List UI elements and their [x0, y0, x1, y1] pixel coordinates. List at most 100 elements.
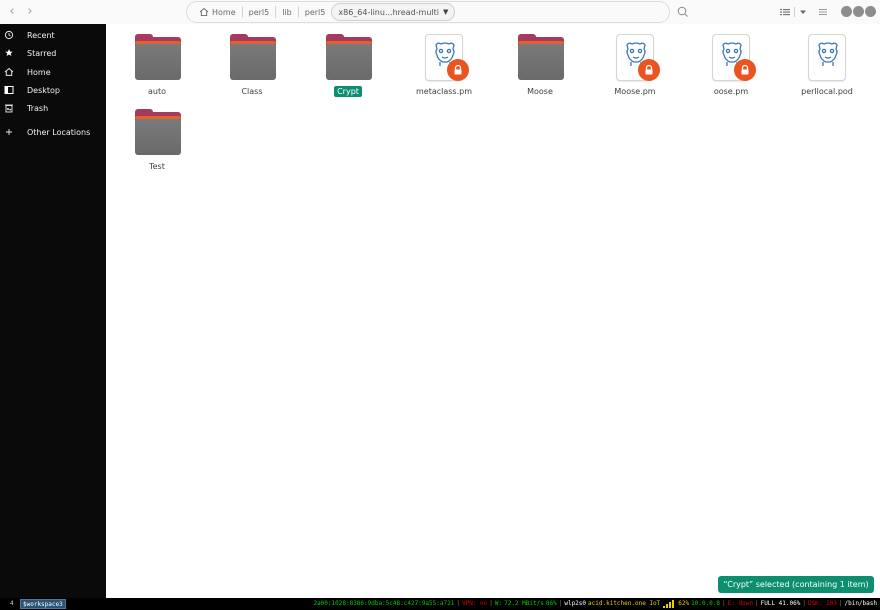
sidebar-item-label: Desktop — [27, 85, 60, 95]
home-icon — [4, 67, 14, 76]
file-item-perl-module[interactable]: metaclass.pm — [396, 24, 492, 98]
plus-icon — [6, 129, 12, 135]
file-name: Class — [241, 87, 263, 96]
recent-clock-icon — [4, 30, 14, 40]
close-button[interactable] — [865, 6, 876, 17]
file-name: Test — [149, 162, 165, 171]
file-name: metaclass.pm — [415, 87, 473, 96]
desktop-icon — [4, 86, 14, 94]
header-bar: ‹ › Home perl5 lib perl5 x86_64-linu...h… — [0, 0, 880, 24]
breadcrumb-label: perl5 — [304, 7, 326, 17]
file-item-perl-module[interactable]: Moose.pm — [587, 24, 683, 98]
ethernet-status: E: down — [727, 600, 753, 607]
maximize-button[interactable] — [853, 6, 864, 17]
hamburger-menu-icon — [819, 9, 827, 15]
file-item-perl-pod[interactable]: perllocal.pod — [779, 24, 875, 98]
status-indicators: 2a00:1028:8386:9dba:5c48:c427:9a55:a721 … — [312, 598, 878, 610]
workspace-number[interactable]: 4 — [8, 599, 16, 609]
file-item-folder[interactable]: Class — [204, 24, 300, 98]
breadcrumb-perl5[interactable]: perl5 — [245, 3, 274, 21]
breadcrumb-label: Home — [212, 7, 236, 17]
wireless-speed: 72.2 MBit/s — [504, 600, 544, 607]
file-name: perllocal.pod — [801, 87, 853, 96]
sidebar-item-desktop[interactable]: Desktop — [0, 81, 106, 99]
folder-icon — [324, 33, 374, 83]
breadcrumb-label: perl5 — [248, 7, 270, 17]
breadcrumb-current-label: x86_64-linu...hread-multi — [338, 7, 439, 17]
file-grid: auto Class Crypt metaclass.pm Moose Moos… — [106, 24, 880, 598]
chevron-right-icon: › — [27, 4, 33, 19]
battery-percentage: 62% — [678, 600, 690, 607]
system-status-bar: 4 $workspace3 2a00:1028:8386:9dba:5c48:c… — [0, 598, 880, 610]
perl-camel-file-icon — [803, 33, 853, 83]
file-item-folder[interactable]: Test — [109, 99, 205, 173]
perl-camel-file-icon — [707, 33, 757, 83]
menu-button[interactable] — [816, 4, 830, 20]
sidebar-item-label: Other Locations — [27, 127, 91, 137]
file-name: oose.pm — [713, 87, 749, 96]
star-icon — [5, 49, 13, 56]
file-item-perl-module[interactable]: oose.pm — [683, 24, 779, 98]
view-toggle-button[interactable] — [778, 4, 792, 20]
search-button[interactable] — [676, 5, 690, 19]
file-item-folder[interactable]: auto — [109, 24, 205, 98]
vpn-status: VPN: no — [461, 600, 488, 607]
sidebar-item-recent[interactable]: Recent — [0, 26, 106, 44]
breadcrumb-separator — [275, 6, 277, 18]
forward-button[interactable]: › — [22, 4, 38, 20]
chevron-down-icon: ▼ — [443, 8, 449, 16]
battery-status: FULL 41.06% — [760, 600, 801, 607]
lock-icon — [447, 59, 469, 81]
breadcrumb-label: lib — [282, 7, 292, 17]
wireless-signal: 86% — [545, 600, 557, 607]
sidebar-item-label: Recent — [27, 30, 55, 40]
breadcrumb-home[interactable]: Home — [195, 3, 240, 21]
header-separator — [794, 7, 795, 17]
file-name: Crypt — [334, 86, 362, 97]
file-name: Moose.pm — [614, 87, 656, 96]
file-item-folder[interactable]: Moose — [492, 24, 588, 98]
folder-icon — [133, 33, 183, 83]
sidebar-item-starred[interactable]: Starred — [0, 44, 106, 62]
folder-icon — [228, 33, 278, 83]
lock-icon — [638, 59, 660, 81]
sidebar-item-label: Home — [27, 67, 51, 77]
sidebar-item-trash[interactable]: Trash — [0, 99, 106, 117]
back-button[interactable]: ‹ — [4, 4, 20, 20]
ipv6-address: 2a00:1028:8386:9dba:5c48:c427:9a55:a721 — [313, 600, 455, 607]
shell-path: /bin/bash — [844, 600, 877, 607]
breadcrumb-perl5-second[interactable]: perl5 — [301, 3, 330, 21]
sidebar-item-other-locations[interactable]: Other Locations — [0, 123, 106, 141]
folder-icon — [516, 33, 566, 83]
search-icon — [677, 6, 688, 17]
wireless-ssid: acid.kitchen.one IoT — [588, 600, 661, 607]
folder-icon — [133, 108, 183, 158]
file-item-folder-selected[interactable]: Crypt — [300, 24, 396, 98]
sort-dropdown-button[interactable] — [797, 4, 809, 20]
lock-icon — [734, 59, 756, 81]
sidebar: Recent Starred Home Desktop Trash Other … — [0, 24, 106, 598]
breadcrumb-separator — [297, 6, 299, 18]
wifi-signal-icon — [663, 600, 675, 608]
workspace-button[interactable]: $workspace3 — [20, 599, 66, 609]
sidebar-item-label: Starred — [27, 48, 57, 58]
disk-status: DSK: 103 — [807, 600, 837, 607]
breadcrumb-separator — [241, 6, 243, 18]
perl-camel-file-icon — [611, 33, 661, 83]
selection-status-text: “Crypt” selected (containing 1 item) — [723, 580, 869, 589]
sort-dropdown-icon — [800, 10, 806, 14]
ipv4-address: 10.0.0.8 — [691, 600, 721, 607]
sidebar-item-label: Trash — [27, 103, 49, 113]
file-name: auto — [147, 87, 166, 96]
file-name: Moose — [527, 87, 553, 96]
path-bar: Home perl5 lib perl5 x86_64-linu...hread… — [186, 1, 670, 23]
selection-status-toast: “Crypt” selected (containing 1 item) — [718, 576, 874, 593]
minimize-button[interactable] — [841, 6, 852, 17]
list-view-icon — [780, 9, 790, 16]
chevron-left-icon: ‹ — [9, 4, 15, 19]
home-icon — [199, 7, 209, 17]
breadcrumb-current[interactable]: x86_64-linu...hread-multi ▼ — [331, 3, 456, 21]
trash-icon — [5, 104, 13, 113]
sidebar-item-home[interactable]: Home — [0, 63, 106, 81]
breadcrumb-lib[interactable]: lib — [278, 3, 296, 21]
